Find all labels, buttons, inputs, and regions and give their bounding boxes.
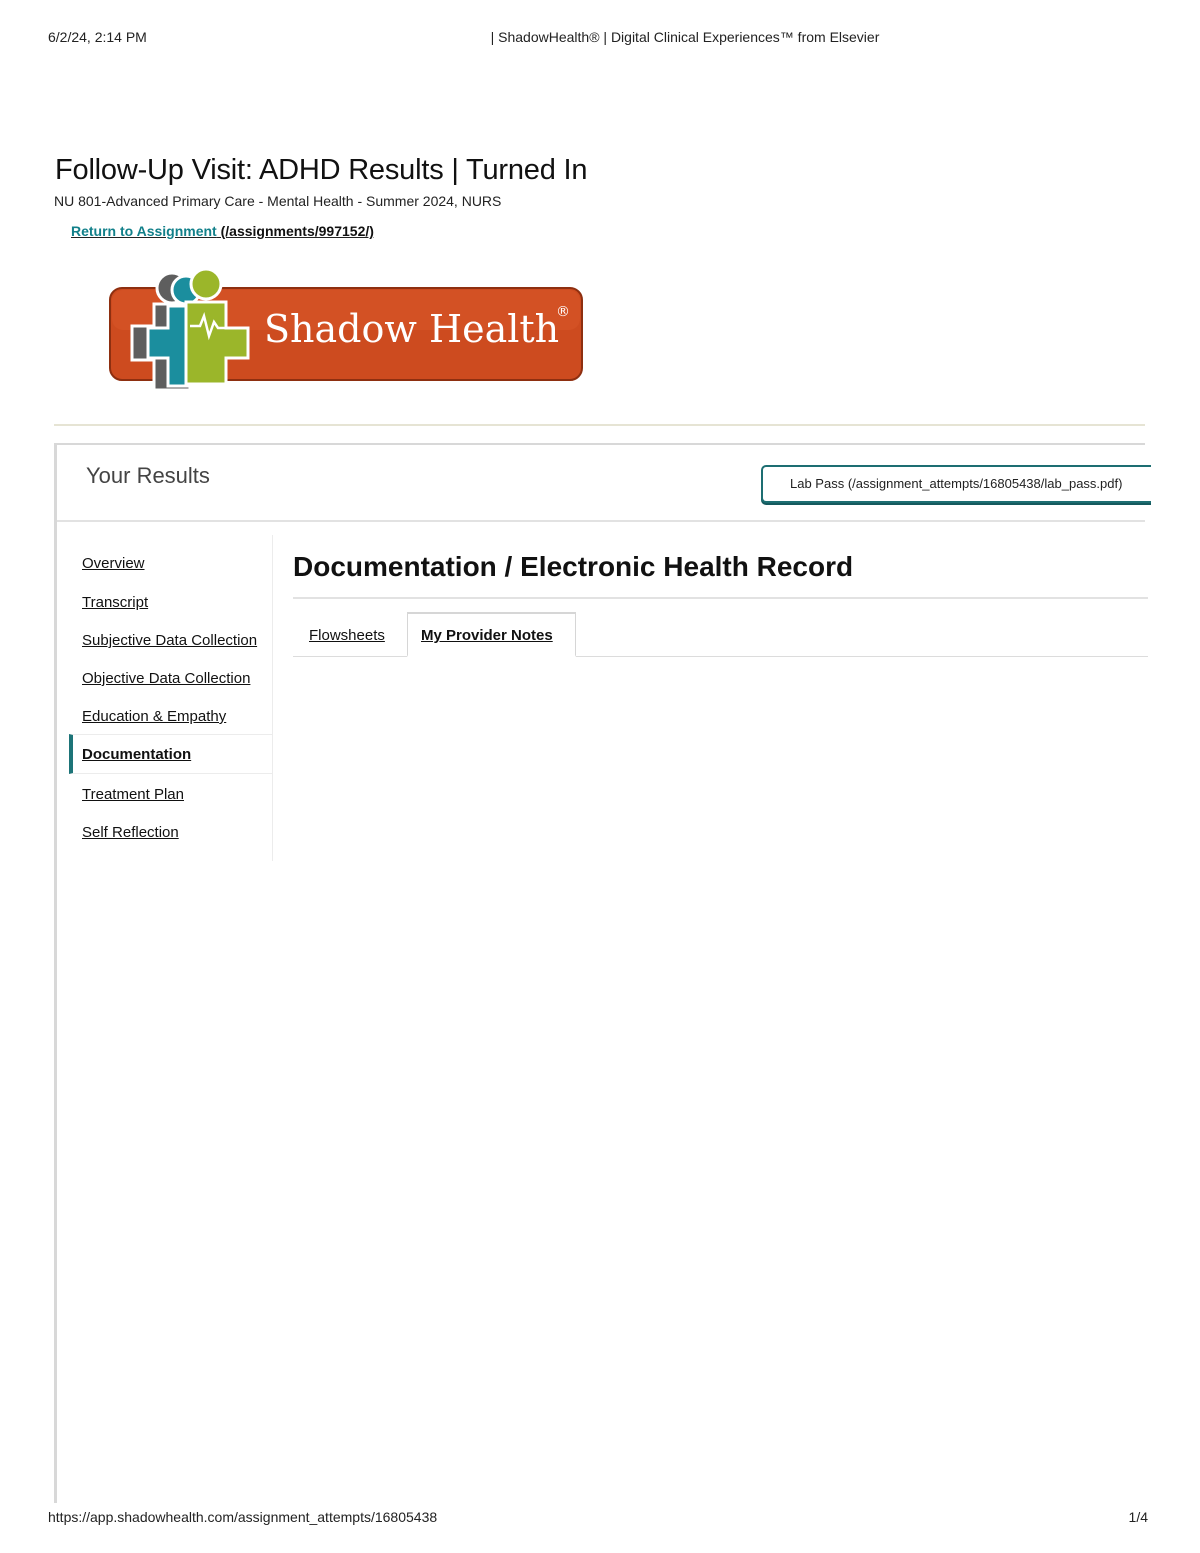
logo-wordmark: Shadow Health: [264, 307, 559, 351]
nav-item-overview[interactable]: Overview: [82, 555, 145, 572]
results-panel: Your Results Lab Pass (/assignment_attem…: [54, 443, 1151, 1503]
page-title: Follow-Up Visit: ADHD Results | Turned I…: [55, 154, 588, 186]
print-page-number: 1/4: [1128, 1509, 1148, 1525]
results-side-nav: Overview Transcript Subjective Data Coll…: [57, 535, 273, 861]
return-link-url: (/assignments/997152/): [216, 223, 374, 239]
return-to-assignment-link[interactable]: Return to Assignment (/assignments/99715…: [71, 223, 374, 239]
nav-item-education-empathy[interactable]: Education & Empathy: [82, 708, 226, 725]
lab-pass-button[interactable]: Lab Pass (/assignment_attempts/16805438/…: [761, 465, 1151, 503]
tab-my-provider-notes-label: My Provider Notes: [421, 627, 553, 644]
nav-item-self-reflection[interactable]: Self Reflection: [82, 824, 179, 841]
tab-flowsheets[interactable]: Flowsheets: [309, 627, 385, 644]
section-title: Documentation / Electronic Health Record: [293, 551, 854, 582]
print-page-title: | ShadowHealth® | Digital Clinical Exper…: [490, 29, 880, 45]
nav-item-documentation[interactable]: Documentation: [82, 746, 191, 763]
registered-mark: ®: [556, 304, 570, 320]
nav-item-treatment-plan[interactable]: Treatment Plan: [82, 786, 184, 803]
print-url: https://app.shadowhealth.com/assignment_…: [48, 1509, 438, 1525]
shadow-health-logo: Shadow Health ®: [106, 266, 586, 396]
results-title: Your Results: [86, 463, 210, 488]
nav-item-transcript[interactable]: Transcript: [82, 594, 148, 611]
nav-item-subjective-data-collection[interactable]: Subjective Data Collection: [82, 632, 257, 649]
header-divider: [54, 424, 1145, 426]
nav-item-objective-data-collection[interactable]: Objective Data Collection: [82, 670, 250, 687]
section-rule: [293, 597, 1148, 599]
results-header: Your Results Lab Pass (/assignment_attem…: [57, 445, 1151, 522]
tab-my-provider-notes[interactable]: My Provider Notes: [407, 612, 576, 657]
return-link-text: Return to Assignment: [71, 223, 217, 239]
course-name: NU 801-Advanced Primary Care - Mental He…: [54, 193, 502, 209]
